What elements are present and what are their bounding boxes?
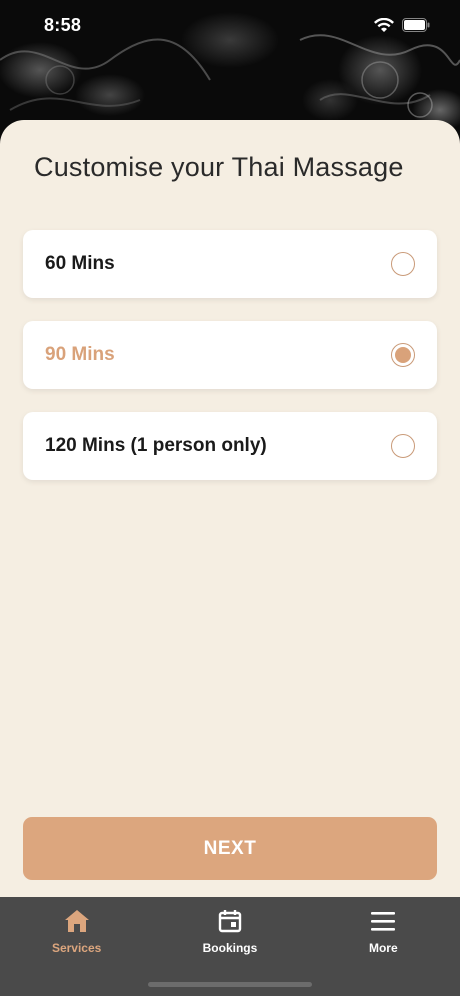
option-label: 120 Mins (1 person only)	[45, 435, 267, 456]
status-bar: 8:58	[0, 0, 460, 50]
menu-icon	[369, 907, 397, 935]
tab-label: Bookings	[202, 941, 258, 955]
tab-more[interactable]: More	[323, 907, 443, 996]
radio-button[interactable]	[391, 343, 415, 367]
content-sheet: Customise your Thai Massage 60 Mins 90 M…	[0, 120, 460, 897]
option-label: 90 Mins	[45, 344, 115, 365]
tab-label: Services	[51, 941, 102, 955]
home-indicator	[148, 982, 312, 987]
home-icon	[63, 907, 91, 935]
status-time: 8:58	[44, 14, 82, 35]
next-button[interactable]: NEXT	[23, 817, 437, 880]
radio-button[interactable]	[391, 252, 415, 276]
radio-button[interactable]	[391, 434, 415, 458]
option-90-mins[interactable]: 90 Mins	[23, 321, 437, 389]
option-label: 60 Mins	[45, 253, 115, 274]
option-60-mins[interactable]: 60 Mins	[23, 230, 437, 298]
radio-dot	[395, 347, 411, 363]
status-icons	[374, 17, 430, 33]
page-title: Customise your Thai Massage	[34, 152, 404, 182]
battery-icon	[402, 18, 430, 32]
tab-services[interactable]: Services	[17, 907, 137, 996]
option-120-mins[interactable]: 120 Mins (1 person only)	[23, 412, 437, 480]
wifi-icon	[374, 17, 394, 32]
tab-label: More	[368, 941, 398, 955]
duration-options: 60 Mins 90 Mins 120 Mins (1 person only)	[23, 230, 437, 503]
calendar-icon	[216, 907, 244, 935]
